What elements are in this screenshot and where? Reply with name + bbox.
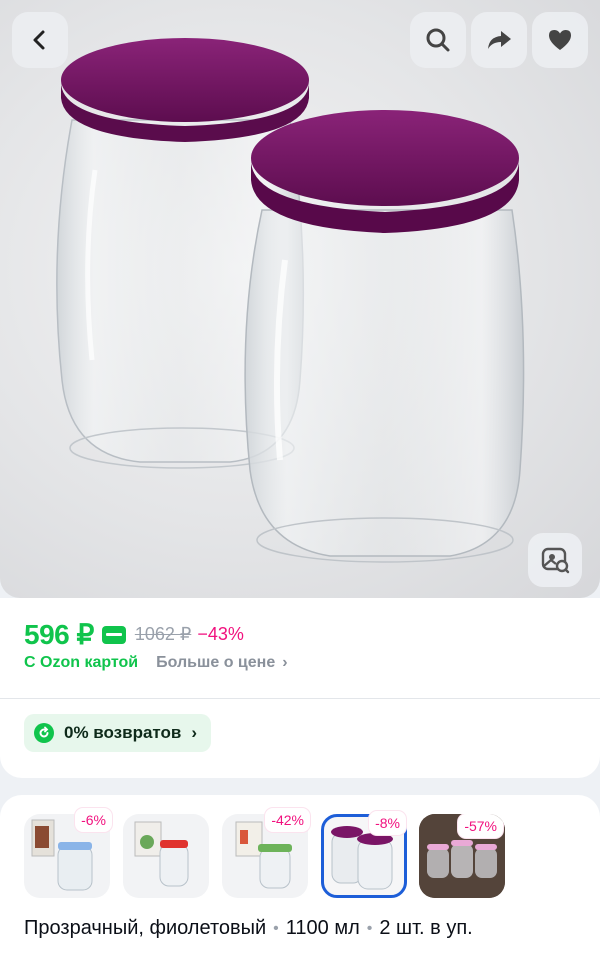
old-price: 1062 ₽ [134, 624, 192, 644]
variant-thumb[interactable] [123, 814, 209, 898]
product-photo[interactable] [0, 0, 600, 598]
separator-dot: • [366, 919, 373, 937]
variant-thumb[interactable]: -6% [24, 808, 112, 898]
variant-pack: 2 шт. в уп. [379, 917, 473, 939]
share-icon [488, 31, 511, 49]
back-button[interactable] [12, 12, 68, 68]
ozon-card-row: С Ozon картой Больше о цене › [24, 654, 288, 672]
variant-volume: 1100 мл [285, 917, 360, 939]
variant-color: Прозрачный, фиолетовый [24, 917, 267, 939]
search-button[interactable] [410, 12, 466, 68]
returns-pill[interactable]: 0% возвратов › [24, 714, 212, 752]
card-icon [101, 625, 126, 644]
product-image-jars [56, 38, 525, 563]
variant-thumb[interactable]: -57% [419, 814, 505, 898]
returns-icon [34, 723, 54, 743]
variant-image [134, 821, 189, 887]
back-icon [33, 30, 45, 50]
variant-discount-badge: -57% [458, 814, 503, 838]
image-search-button[interactable] [528, 533, 582, 587]
discount-percent: −43% [197, 624, 244, 644]
variant-discount-badge: -8% [369, 811, 406, 835]
lid [58, 842, 92, 850]
variant-description: Прозрачный, фиолетовый • 1100 мл • 2 шт.… [24, 917, 473, 940]
variant-thumb-selected[interactable]: -8% [321, 811, 407, 898]
share-button[interactable] [471, 12, 527, 68]
variant-discount-badge: -6% [75, 808, 112, 832]
variant-discount-badge: -42% [265, 808, 310, 832]
current-price: 596 ₽ [24, 619, 94, 650]
image-search-icon [541, 547, 570, 574]
variant-thumb[interactable]: -42% [222, 808, 310, 898]
divider [0, 698, 600, 699]
search-icon [426, 28, 450, 52]
favorite-button[interactable] [532, 12, 588, 68]
ozon-card-label: С Ozon картой [24, 654, 139, 671]
returns-label: 0% возвратов [64, 723, 182, 742]
chevron-right-icon: › [191, 723, 198, 742]
heart-icon [549, 30, 571, 50]
separator-dot: • [273, 919, 279, 937]
price-row: 596 ₽ 1062 ₽ −43% [24, 618, 244, 651]
chevron-right-icon: › [282, 654, 288, 671]
more-about-price-link[interactable]: Больше о цене [156, 654, 275, 672]
